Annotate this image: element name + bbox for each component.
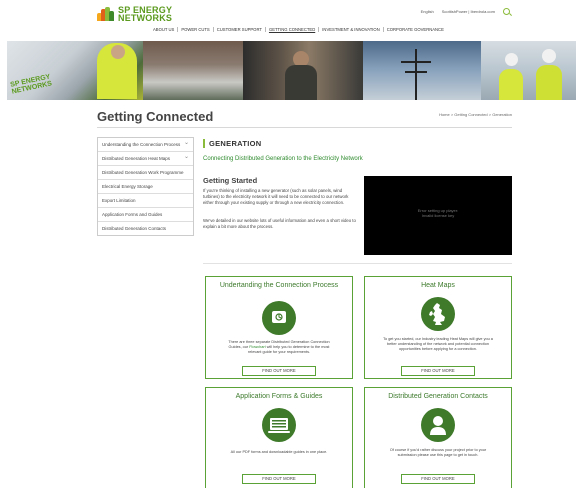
banner-image-workers <box>481 41 576 100</box>
utility-links[interactable]: ScottishPower | Iberdrola.com <box>442 9 495 14</box>
logo-icon <box>97 7 115 21</box>
forms-icon <box>262 408 296 442</box>
card-heat-maps: Heat Maps To get you started, our Indust… <box>364 276 512 379</box>
card-title: Heat Maps <box>421 282 455 289</box>
section-subheading: Connecting Distributed Generation to the… <box>203 156 363 162</box>
card-description: All our PDF forms and downloadable guide… <box>230 450 328 454</box>
nav-customer-support[interactable]: CUSTOMER SUPPORT <box>214 27 266 32</box>
contact-icon <box>421 408 455 442</box>
banner-image-substation <box>143 41 243 100</box>
card-title: Application Forms & Guides <box>235 393 323 400</box>
intro-paragraph: If you're thinking of installing a new g… <box>203 188 349 205</box>
sidebar-item-work-programme[interactable]: Distributed Generation Work Programme <box>98 166 193 180</box>
card-title: Undertanding the Connection Process <box>219 282 339 289</box>
van-logo-text: SP ENERGY NETWORKS <box>9 73 53 96</box>
banner-image-van: SP ENERGY NETWORKS <box>7 41 143 100</box>
card-contacts: Distributed Generation Contacts Of cours… <box>364 387 512 488</box>
flowchart-link[interactable]: Flowchart <box>249 345 265 349</box>
utility-bar: English ScottishPower | Iberdrola.com <box>421 8 510 15</box>
find-out-more-button[interactable]: FIND OUT MORE <box>401 366 475 376</box>
main-nav: ABOUT US POWER CUTS CUSTOMER SUPPORT GET… <box>150 27 447 32</box>
sidebar-item-heat-maps[interactable]: Distributed Generation Heat Maps <box>98 152 193 166</box>
banner-image-pylon <box>363 41 481 100</box>
logo-text: SP ENERGY NETWORKS <box>118 6 173 23</box>
video-player[interactable]: Error setting up player: Invalid license… <box>364 176 512 255</box>
sidebar-item-energy-storage[interactable]: Electrical Energy Storage <box>98 180 193 194</box>
sidebar-item-connection-process[interactable]: Understanding the Connection Process <box>98 138 193 152</box>
card-forms-guides: Application Forms & Guides All our PDF f… <box>205 387 353 488</box>
card-description: Of course if you'd rather discuss your p… <box>389 448 487 457</box>
nav-corporate-governance[interactable]: CORPORATE GOVERNANCE <box>384 27 447 32</box>
nav-about-us[interactable]: ABOUT US <box>150 27 179 32</box>
page-title: Getting Connected <box>97 109 214 124</box>
intro-paragraph-2: We've detailed in our website lots of us… <box>203 218 356 229</box>
language-selector[interactable]: English <box>421 9 434 14</box>
nav-power-cuts[interactable]: POWER CUTS <box>178 27 214 32</box>
sidebar-item-forms-guides[interactable]: Application Forms and Guides <box>98 208 193 222</box>
hero-banner: SP ENERGY NETWORKS <box>7 41 576 100</box>
logo[interactable]: SP ENERGY NETWORKS <box>97 6 173 23</box>
flowchart-icon <box>262 301 296 335</box>
video-error-message: Error setting up player: Invalid license… <box>417 208 459 218</box>
card-connection-process: Undertanding the Connection Process Ther… <box>205 276 353 379</box>
logo-line-2: NETWORKS <box>118 13 173 23</box>
sidebar-nav: Understanding the Connection Process Dis… <box>97 137 194 236</box>
find-out-more-button[interactable]: FIND OUT MORE <box>242 474 316 484</box>
nav-getting-connected[interactable]: GETTING CONNECTED <box>266 27 320 32</box>
banner-image-engineer <box>243 41 363 100</box>
divider <box>203 263 512 264</box>
breadcrumb[interactable]: Home > Getting Connected > Generation <box>439 112 512 117</box>
section-heading: GENERATION <box>203 139 261 148</box>
card-title: Distributed Generation Contacts <box>388 393 488 400</box>
card-description: To get you started, our Industry leading… <box>383 337 493 351</box>
sidebar-item-export-limitation[interactable]: Export Limitation <box>98 194 193 208</box>
find-out-more-button[interactable]: FIND OUT MORE <box>401 474 475 484</box>
divider <box>97 127 512 128</box>
find-out-more-button[interactable]: FIND OUT MORE <box>242 366 316 376</box>
sidebar-item-contacts[interactable]: Distributed Generation Contacts <box>98 222 193 235</box>
getting-started-title: Getting Started <box>203 176 258 185</box>
uk-map-icon <box>421 297 455 331</box>
search-icon[interactable] <box>503 8 510 15</box>
nav-investment-innovation[interactable]: INVESTMENT & INNOVATION <box>319 27 384 32</box>
card-description: There are three separate Distributed Gen… <box>228 340 330 354</box>
